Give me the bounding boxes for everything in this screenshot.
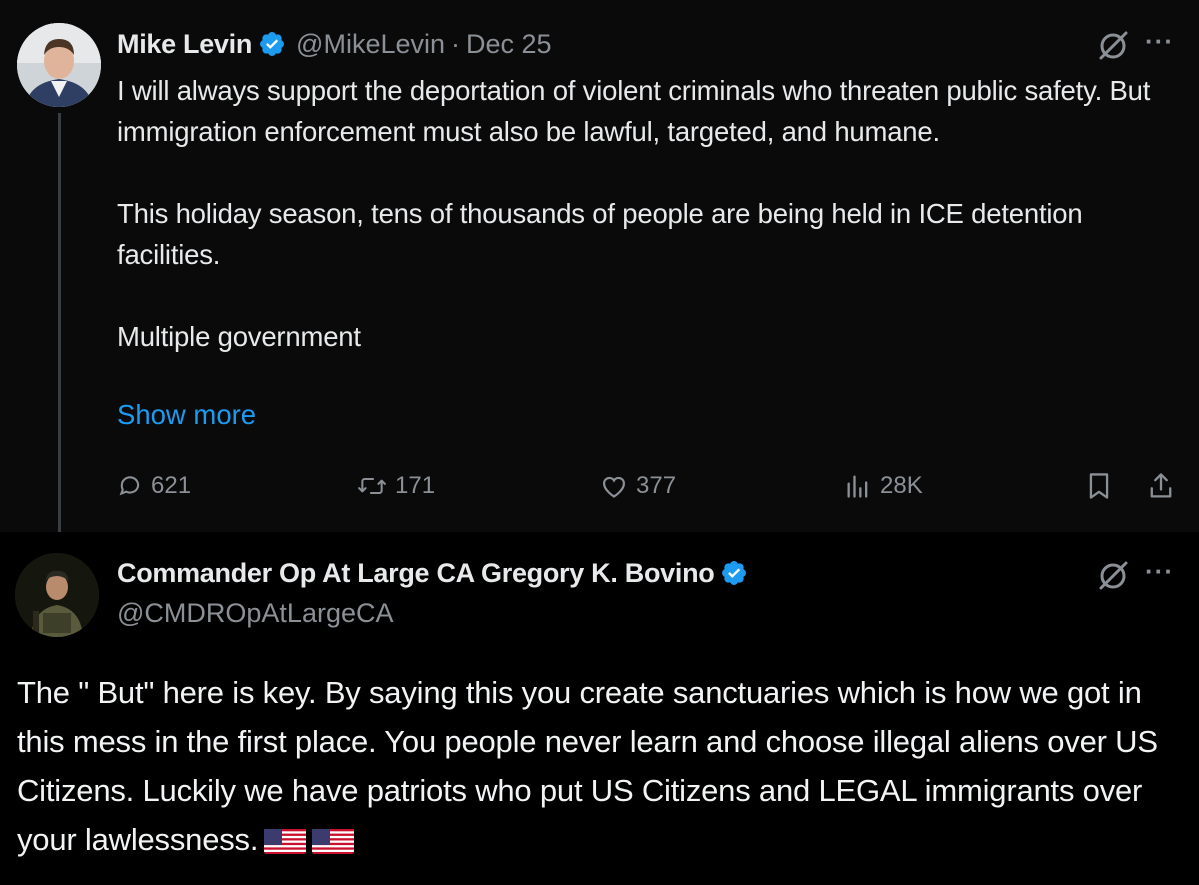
avatar[interactable] [17,23,101,107]
separator-dot: · [451,28,461,59]
show-more-link[interactable]: Show more [117,399,256,431]
author-name[interactable]: Commander Op At Large CA Gregory K. Bovi… [117,558,715,589]
reply-header: Commander Op At Large CA Gregory K. Bovi… [117,553,758,593]
views-icon [847,475,868,498]
reply-button[interactable]: 621 [117,466,191,506]
thread-connector [58,113,61,546]
us-flag-icon [264,824,307,854]
bookmark-button[interactable] [1085,466,1121,506]
tweet-paragraph: This holiday season, tens of thousands o… [117,198,1083,270]
grok-icon[interactable] [1095,28,1131,64]
reply-icon [119,476,140,496]
like-count: 377 [636,472,677,499]
tweet-body: I will always support the deportation of… [117,70,1177,357]
author-handle[interactable]: @MikeLevin [296,29,445,60]
author-handle[interactable]: @CMDROpAtLargeCA [117,598,394,629]
tweet-paragraph: I will always support the deportation of… [117,75,1151,147]
repost-button[interactable]: 171 [357,466,435,506]
reply-count: 621 [151,472,192,499]
views-count: 28K [880,472,923,499]
share-icon [1150,473,1172,498]
more-icon[interactable]: ··· [1145,26,1174,57]
like-button[interactable]: 377 [600,466,676,506]
reply-text: The " But" here is key. By saying this y… [17,675,1158,857]
like-icon [602,476,626,498]
more-icon[interactable]: ··· [1145,556,1174,587]
tweet-actions: 621 171 377 28K [117,466,1187,506]
grok-icon[interactable] [1095,558,1131,594]
views-button[interactable]: 28K [844,466,923,506]
repost-icon [358,478,386,494]
share-button[interactable] [1147,466,1183,506]
bookmark-icon [1089,473,1109,499]
reply-body: The " But" here is key. By saying this y… [17,668,1187,864]
author-name[interactable]: Mike Levin [117,29,252,60]
verified-badge-icon [720,559,748,587]
avatar[interactable] [15,553,99,637]
verified-badge-icon [258,30,286,58]
tweet-paragraph: Multiple government [117,321,361,352]
us-flag-icon [312,824,355,854]
repost-count: 171 [395,472,436,499]
tweet-date[interactable]: Dec 25 [466,29,552,60]
tweet-header: Mike Levin @MikeLevin · Dec 25 [117,24,552,64]
